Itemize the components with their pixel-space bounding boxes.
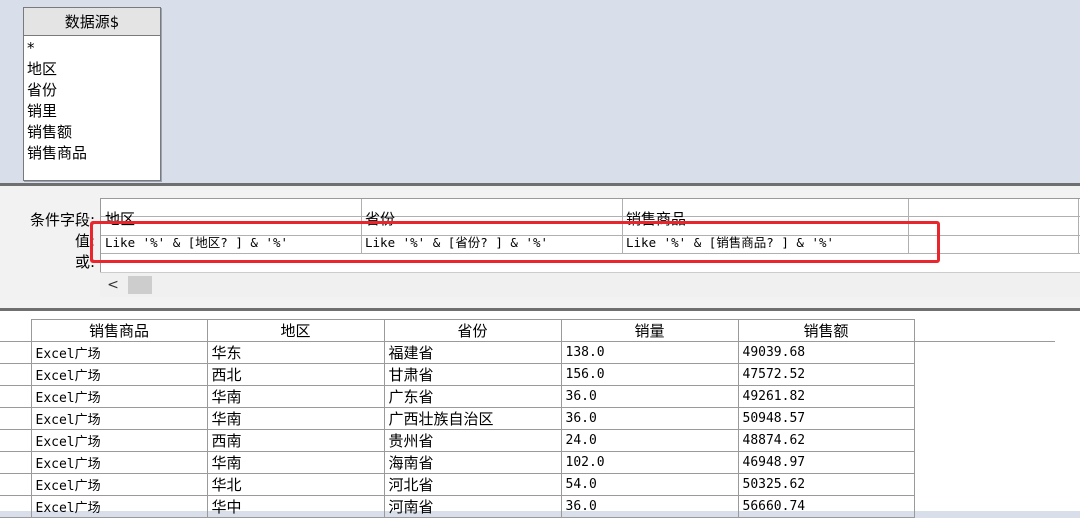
field-item[interactable]: * xyxy=(27,38,160,59)
table-row[interactable]: Excel广场 华北 河北省 54.0 50325.62 xyxy=(0,473,1055,496)
empty-cell xyxy=(913,495,1055,518)
query-design-top-pane: 数据源$ * 地区 省份 销里 销售额 销售商品 xyxy=(0,0,1080,183)
field-item[interactable]: 地区 xyxy=(27,59,160,80)
scroll-thumb[interactable] xyxy=(128,276,152,294)
table-cell[interactable]: Excel广场 xyxy=(30,429,208,452)
empty-cell xyxy=(913,385,1055,408)
column-header[interactable]: 销量 xyxy=(560,319,739,342)
table-row[interactable]: Excel广场 华东 福建省 138.0 49039.68 xyxy=(0,341,1055,364)
table-title[interactable]: 数据源$ xyxy=(24,8,160,36)
table-cell[interactable]: Excel广场 xyxy=(30,451,208,474)
table-cell[interactable]: Excel广场 xyxy=(30,341,208,364)
column-header[interactable]: 销售商品 xyxy=(30,319,208,342)
table-cell[interactable]: 华南 xyxy=(206,451,385,474)
table-cell[interactable]: 102.0 xyxy=(560,451,739,474)
table-cell[interactable]: 华南 xyxy=(206,407,385,430)
field-item[interactable]: 销售商品 xyxy=(27,143,160,164)
table-row[interactable]: Excel广场 华南 海南省 102.0 46948.97 xyxy=(0,451,1055,474)
table-cell[interactable]: 36.0 xyxy=(560,495,739,518)
table-cell[interactable]: 贵州省 xyxy=(383,429,562,452)
row-selector[interactable] xyxy=(0,473,32,496)
table-cell[interactable]: 甘肃省 xyxy=(383,363,562,386)
empty-cell xyxy=(913,407,1055,430)
empty-cell xyxy=(913,451,1055,474)
row-selector[interactable] xyxy=(0,429,32,452)
table-cell[interactable]: Excel广场 xyxy=(30,495,208,518)
table-cell[interactable]: 华东 xyxy=(206,341,385,364)
table-cell[interactable]: 河北省 xyxy=(383,473,562,496)
table-row[interactable]: Excel广场 华南 广西壮族自治区 36.0 50948.57 xyxy=(0,407,1055,430)
table-cell[interactable]: 54.0 xyxy=(560,473,739,496)
table-cell[interactable]: 156.0 xyxy=(560,363,739,386)
column-header[interactable]: 销售额 xyxy=(737,319,915,342)
row-label-criteria: 值: xyxy=(74,232,95,250)
table-row[interactable]: Excel广场 华南 广东省 36.0 49261.82 xyxy=(0,385,1055,408)
row-selector-header[interactable] xyxy=(0,319,32,342)
table-cell[interactable]: 56660.74 xyxy=(737,495,915,518)
table-cell[interactable]: 138.0 xyxy=(560,341,739,364)
horizontal-scrollbar[interactable]: < xyxy=(100,272,1080,297)
field-item[interactable]: 省份 xyxy=(27,80,160,101)
table-row[interactable]: Excel广场 西南 贵州省 24.0 48874.62 xyxy=(0,429,1055,452)
row-selector[interactable] xyxy=(0,451,32,474)
table-field-list[interactable]: 数据源$ * 地区 省份 销里 销售额 销售商品 xyxy=(23,7,161,181)
empty-cell xyxy=(913,341,1055,364)
table-row[interactable]: Excel广场 西北 甘肃省 156.0 47572.52 xyxy=(0,363,1055,386)
empty-cell xyxy=(913,363,1055,386)
empty-header xyxy=(913,319,1055,342)
table-cell[interactable]: 50948.57 xyxy=(737,407,915,430)
table-cell[interactable]: 西南 xyxy=(206,429,385,452)
table-cell[interactable]: 49039.68 xyxy=(737,341,915,364)
field-list: * 地区 省份 销里 销售额 销售商品 xyxy=(24,36,160,164)
header-row: 销售商品 地区 省份 销量 销售额 xyxy=(0,319,1055,342)
row-selector[interactable] xyxy=(0,495,32,518)
criteria-highlight-box xyxy=(90,221,940,263)
row-selector[interactable] xyxy=(0,385,32,408)
field-item[interactable]: 销售额 xyxy=(27,122,160,143)
column-header[interactable]: 省份 xyxy=(383,319,562,342)
table-row[interactable]: Excel广场 华中 河南省 36.0 56660.74 xyxy=(0,495,1055,518)
row-label-or: 或: xyxy=(74,253,95,271)
empty-cell xyxy=(913,473,1055,496)
row-selector[interactable] xyxy=(0,363,32,386)
table-cell[interactable]: 广东省 xyxy=(383,385,562,408)
table-cell[interactable]: 48874.62 xyxy=(737,429,915,452)
results-datasheet: 销售商品 地区 省份 销量 销售额 Excel广场 华东 福建省 138.0 49039… xyxy=(0,308,1080,518)
table-cell[interactable]: 河南省 xyxy=(383,495,562,518)
table-cell[interactable]: 海南省 xyxy=(383,451,562,474)
table-cell[interactable]: 36.0 xyxy=(560,407,739,430)
row-label-field: 条件字段: xyxy=(29,211,95,229)
table-cell[interactable]: 华南 xyxy=(206,385,385,408)
table-cell[interactable]: 华北 xyxy=(206,473,385,496)
table-cell[interactable]: 福建省 xyxy=(383,341,562,364)
empty-cell xyxy=(913,429,1055,452)
table-cell[interactable]: Excel广场 xyxy=(30,473,208,496)
table-cell[interactable]: 华中 xyxy=(206,495,385,518)
row-selector[interactable] xyxy=(0,407,32,430)
table-cell[interactable]: Excel广场 xyxy=(30,363,208,386)
table-cell[interactable]: 广西壮族自治区 xyxy=(383,407,562,430)
table-cell[interactable]: Excel广场 xyxy=(30,385,208,408)
column-header[interactable]: 地区 xyxy=(206,319,385,342)
scroll-left-icon[interactable]: < xyxy=(100,273,126,297)
table-cell[interactable]: 46948.97 xyxy=(737,451,915,474)
results-table: 销售商品 地区 省份 销量 销售额 Excel广场 华东 福建省 138.0 49039… xyxy=(0,319,1055,518)
table-cell[interactable]: 西北 xyxy=(206,363,385,386)
table-cell[interactable]: 36.0 xyxy=(560,385,739,408)
table-cell[interactable]: 50325.62 xyxy=(737,473,915,496)
table-cell[interactable]: 49261.82 xyxy=(737,385,915,408)
row-selector[interactable] xyxy=(0,341,32,364)
table-cell[interactable]: 47572.52 xyxy=(737,363,915,386)
field-item[interactable]: 销里 xyxy=(27,101,160,122)
table-cell[interactable]: Excel广场 xyxy=(30,407,208,430)
table-cell[interactable]: 24.0 xyxy=(560,429,739,452)
